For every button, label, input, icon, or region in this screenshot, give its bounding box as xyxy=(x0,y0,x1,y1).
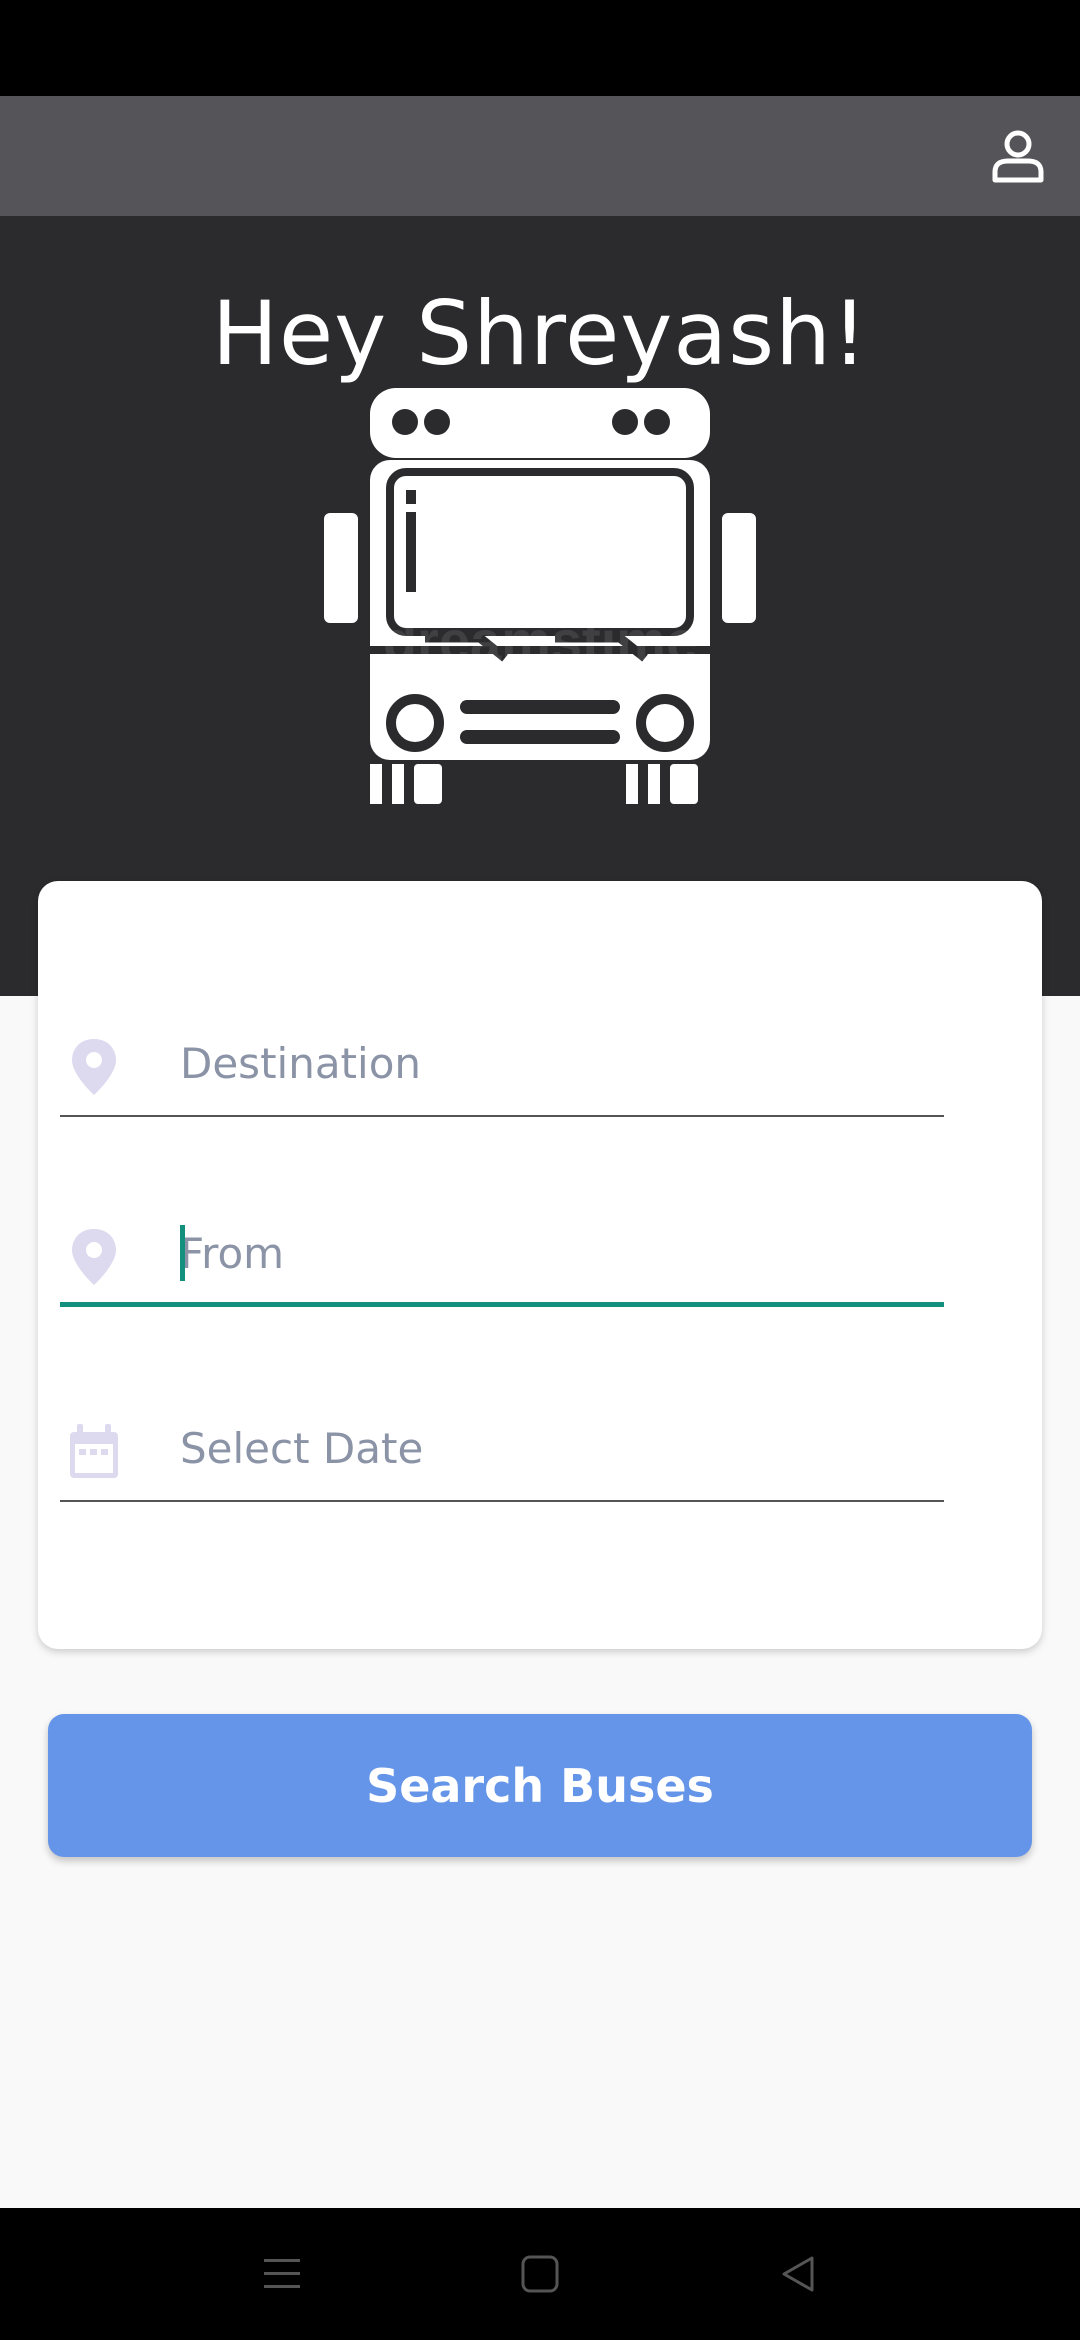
date-underline xyxy=(60,1500,944,1502)
nav-home-button[interactable] xyxy=(510,2244,570,2304)
destination-placeholder: Destination xyxy=(180,1039,422,1088)
back-triangle-icon xyxy=(782,2256,814,2292)
date-placeholder: Select Date xyxy=(180,1424,424,1473)
from-underline xyxy=(60,1302,944,1307)
text-cursor xyxy=(180,1225,185,1281)
search-buses-button[interactable]: Search Buses xyxy=(48,1714,1032,1857)
destination-field[interactable]: Destination xyxy=(60,1017,944,1117)
from-field[interactable]: From xyxy=(60,1207,944,1307)
menu-icon xyxy=(264,2259,300,2288)
from-placeholder: From xyxy=(180,1229,285,1278)
location-pin-icon xyxy=(72,1039,116,1095)
profile-button[interactable] xyxy=(974,112,1062,200)
app-bar xyxy=(0,96,1080,216)
nav-back-button[interactable] xyxy=(768,2244,828,2304)
hero-banner: Hey Shreyash! dreamstime xyxy=(0,216,1080,996)
location-pin-icon xyxy=(72,1229,116,1285)
date-field[interactable]: Select Date xyxy=(60,1402,944,1502)
nav-menu-button[interactable] xyxy=(252,2244,312,2304)
system-nav-bar xyxy=(0,2208,1080,2340)
person-icon xyxy=(992,130,1044,183)
home-square-icon xyxy=(521,2255,559,2293)
calendar-icon xyxy=(70,1424,118,1478)
watermark-text: dreamstime xyxy=(382,609,698,672)
greeting-title: Hey Shreyash! xyxy=(211,282,869,385)
destination-underline xyxy=(60,1115,944,1117)
status-bar xyxy=(0,0,1080,96)
